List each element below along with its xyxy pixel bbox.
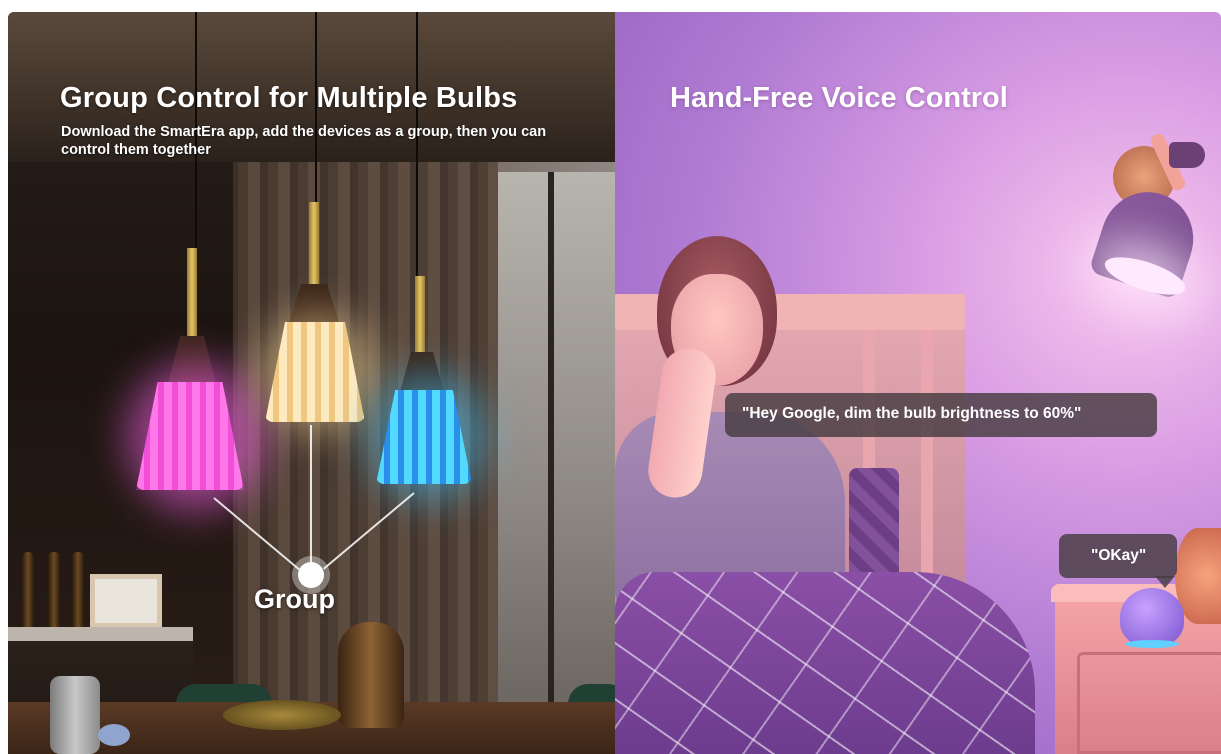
- smart-speaker: [1120, 588, 1184, 646]
- voice-control-panel: Hand-Free Voice Control "Hey Google, dim…: [615, 12, 1221, 754]
- bottle: [22, 552, 34, 627]
- window: [498, 172, 615, 722]
- speaker-light-ring: [1125, 640, 1179, 648]
- right-heading: Hand-Free Voice Control: [670, 82, 1008, 114]
- bottle: [48, 552, 60, 627]
- smart-speaker-mini: [98, 724, 130, 746]
- bottle: [72, 552, 84, 627]
- pillow: [849, 468, 899, 588]
- bowl: [223, 700, 341, 730]
- vase: [338, 622, 404, 728]
- group-control-panel: Group Group Control for Multiple Bulbs D…: [8, 12, 615, 754]
- pendant-rod: [309, 202, 319, 284]
- left-heading: Group Control for Multiple Bulbs: [60, 82, 518, 114]
- wall-lamp-joint: [1169, 142, 1205, 168]
- headboard-slat: [921, 330, 933, 610]
- group-link-line: [310, 425, 312, 575]
- picture-frame: [90, 574, 162, 628]
- voice-response-bubble: "OKay": [1059, 534, 1177, 578]
- nightstand-drawer: [1077, 652, 1221, 754]
- voice-command-bubble: "Hey Google, dim the bulb brightness to …: [725, 393, 1157, 437]
- group-label: Group: [254, 584, 335, 614]
- pendant-rod: [187, 248, 197, 336]
- window-mullion: [548, 172, 554, 722]
- smart-speaker: [50, 676, 100, 754]
- speech-bubble-tail: [1155, 576, 1175, 588]
- left-description: Download the SmartEra app, add the devic…: [61, 124, 547, 158]
- pendant-rod: [415, 276, 425, 352]
- shelf: [8, 627, 193, 641]
- blanket: [615, 572, 1035, 754]
- product-banner: Group Group Control for Multiple Bulbs D…: [8, 12, 1221, 754]
